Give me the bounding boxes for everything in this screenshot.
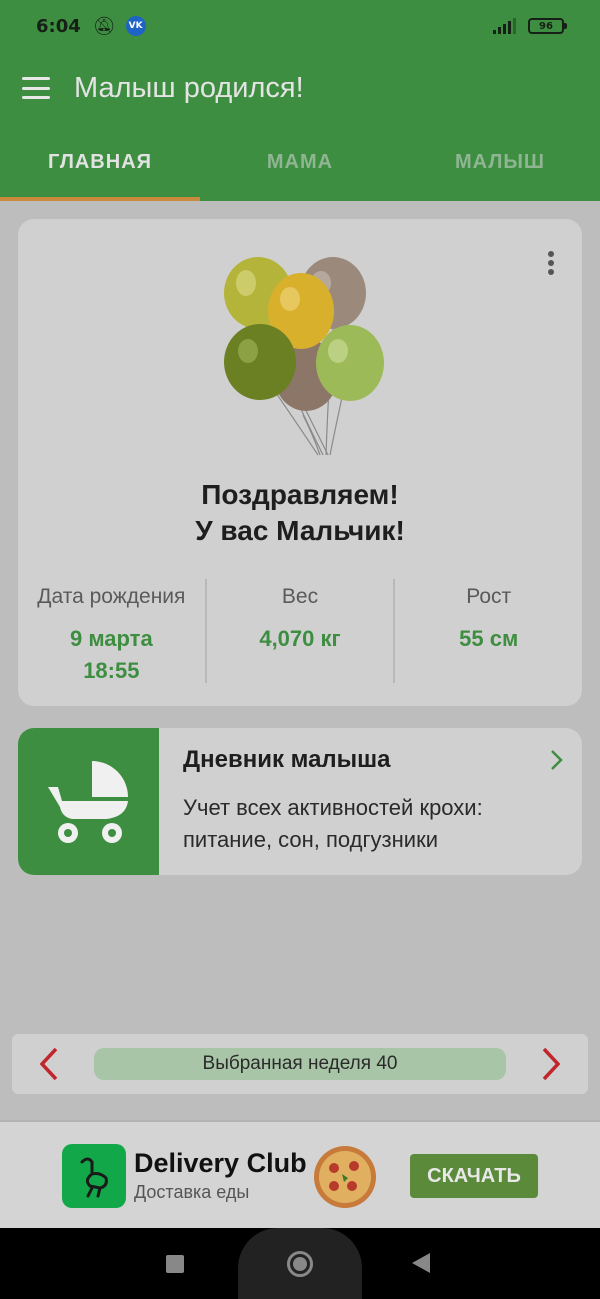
pizza-image bbox=[314, 1146, 376, 1208]
selected-week-label: Выбранная неделя 40 bbox=[94, 1048, 506, 1080]
stroller-icon bbox=[47, 760, 128, 843]
app-bar: Малыш родился! bbox=[0, 52, 600, 124]
diary-title: Дневник малыша bbox=[183, 746, 391, 773]
stat-value: 9 марта 18:55 bbox=[18, 623, 205, 687]
tab-baby[interactable]: МАЛЫШ bbox=[400, 124, 600, 201]
ad-banner[interactable]: Delivery Club Доставка еды СКАЧАТЬ bbox=[0, 1120, 600, 1228]
diary-icon-box bbox=[18, 728, 159, 875]
status-bar: 6:04 🔕︎ VK 96 bbox=[0, 0, 600, 52]
week-selector: Выбранная неделя 40 bbox=[12, 1034, 588, 1094]
back-icon[interactable] bbox=[412, 1253, 430, 1273]
home-icon bbox=[287, 1250, 313, 1277]
stat-weight: Вес 4,070 кг bbox=[204, 579, 394, 683]
bell-off-icon: 🔕︎ bbox=[92, 15, 116, 37]
birth-date-value: 9 марта bbox=[69, 626, 153, 651]
weight-value: 4,070 кг bbox=[259, 626, 341, 651]
app-title: Малыш родился! bbox=[74, 71, 304, 104]
congrats-card: Поздравляем! У вас Мальчик! Дата рождени… bbox=[18, 219, 582, 706]
ad-title: Delivery Club bbox=[134, 1148, 307, 1178]
recents-icon[interactable] bbox=[166, 1255, 184, 1273]
diary-description: Учет всех активностей крохи: питание, со… bbox=[183, 795, 483, 852]
delivery-club-logo-icon bbox=[62, 1144, 126, 1208]
more-options-icon[interactable] bbox=[548, 251, 556, 275]
status-notifications: 🔕︎ VK bbox=[93, 16, 146, 37]
ad-subtitle: Доставка еды bbox=[134, 1182, 250, 1202]
congrats-line-1: Поздравляем! bbox=[201, 479, 399, 510]
baby-diary-card[interactable]: Дневник малыша Учет всех активностей кро… bbox=[18, 728, 582, 875]
height-value: 55 см bbox=[459, 626, 519, 651]
stat-label: Рост bbox=[466, 585, 512, 608]
signal-icon bbox=[493, 18, 516, 34]
battery-icon: 96 bbox=[528, 18, 567, 34]
stat-birth-date: Дата рождения 9 марта 18:55 bbox=[18, 579, 205, 683]
home-button[interactable] bbox=[238, 1228, 362, 1299]
birth-time-value: 18:55 bbox=[83, 658, 140, 683]
stat-label: Дата рождения bbox=[37, 585, 186, 608]
next-week-arrow-icon[interactable] bbox=[536, 1046, 566, 1082]
vk-icon: VK bbox=[125, 16, 146, 36]
tab-bar: ГЛАВНАЯ МАМА МАЛЫШ bbox=[0, 124, 600, 201]
status-time: 6:04 bbox=[36, 15, 81, 37]
birth-stats: Дата рождения 9 марта 18:55 Вес 4,070 кг… bbox=[18, 579, 582, 683]
menu-icon[interactable] bbox=[22, 77, 50, 99]
congrats-line-2: У вас Мальчик! bbox=[195, 515, 405, 546]
prev-week-arrow-icon[interactable] bbox=[34, 1046, 64, 1082]
stat-height: Рост 55 см bbox=[393, 579, 582, 683]
system-nav-bar bbox=[0, 1228, 600, 1299]
congrats-text: Поздравляем! У вас Мальчик! bbox=[18, 477, 582, 549]
tab-mom[interactable]: МАМА bbox=[200, 124, 400, 201]
tab-main[interactable]: ГЛАВНАЯ bbox=[0, 124, 200, 201]
download-button[interactable]: СКАЧАТЬ bbox=[410, 1154, 538, 1198]
status-system-icons: 96 bbox=[493, 18, 567, 34]
balloons-image bbox=[224, 257, 384, 456]
stat-label: Вес bbox=[281, 585, 319, 608]
chevron-right-icon[interactable] bbox=[544, 748, 568, 772]
